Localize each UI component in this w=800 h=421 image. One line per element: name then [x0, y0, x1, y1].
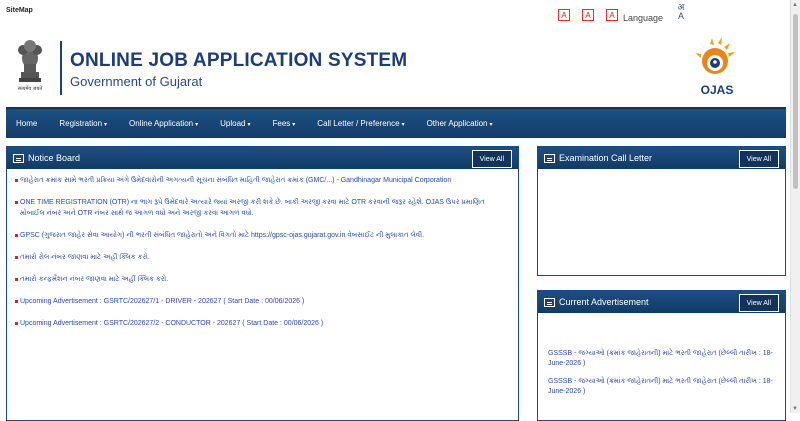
chevron-down-icon: ▾ — [104, 122, 108, 128]
nav-home[interactable]: Home — [6, 119, 48, 128]
main-navigation: Home Registration ▾ Online Application ▾ U… — [6, 107, 786, 138]
notice-item[interactable]: તમારો કન્ફર્મેશન નંબર જાણવા માટે અહીં ક્… — [15, 274, 510, 285]
nav-other-application-label: Other Application — [426, 119, 488, 128]
site-title: ONLINE JOB APPLICATION SYSTEM — [70, 50, 408, 71]
notice-board-view-all-button[interactable]: View All — [471, 150, 512, 168]
nav-call-letter-preference[interactable]: Call Letter / Preference ▾ — [306, 119, 415, 128]
notice-item[interactable]: GPSC (ગુજરાત જાહેર સેવા આયોગ) ની ભરતી સં… — [15, 230, 510, 241]
scroll-down-icon[interactable]: ▼ — [792, 406, 798, 412]
exam-call-letter-view-all-button[interactable]: View All — [738, 150, 779, 168]
advertisement-item[interactable]: GSSSB - જગ્યાઓ (ક્રમાંક જાહેરાતની) માટે … — [548, 377, 775, 397]
chevron-down-icon: ▾ — [247, 122, 251, 128]
nav-fees[interactable]: Fees ▾ — [261, 119, 306, 128]
current-advertisement-title: Current Advertisement — [559, 297, 649, 307]
nav-call-letter-label: Call Letter / Preference — [317, 119, 400, 128]
advertisement-spacer — [538, 313, 785, 349]
site-subtitle: Government of Gujarat — [70, 74, 203, 89]
current-advertisement-panel: Current Advertisement View All GSSSB - જ… — [537, 290, 786, 421]
nav-registration[interactable]: Registration ▾ — [48, 119, 118, 128]
nav-registration-label: Registration — [59, 119, 103, 128]
nav-online-application[interactable]: Online Application ▾ — [118, 119, 209, 128]
notice-item[interactable]: Upcoming Advertisement : GSRTC/202627/1 … — [15, 296, 510, 307]
ojas-logo-text: OJAS — [701, 83, 734, 97]
ojas-logo: OJAS — [695, 37, 735, 97]
nav-online-application-label: Online Application — [129, 119, 194, 128]
list-icon — [544, 297, 555, 307]
notice-item[interactable]: જાહેરાત ક્રમાંક સામે ભરતી પ્રક્રિયા અંગે… — [15, 175, 510, 186]
state-emblem-icon: सत्यमेव जयते — [18, 40, 43, 92]
language-label: Language — [623, 13, 664, 23]
nav-fees-label: Fees — [272, 119, 291, 128]
notice-board-header: Notice Board View All — [7, 147, 518, 169]
sitemap-link[interactable]: SiteMap — [6, 7, 33, 14]
exam-call-letter-panel: Examination Call Letter View All — [537, 146, 786, 276]
scrollbar-thumb[interactable] — [793, 14, 798, 189]
scroll-up-icon[interactable]: ▲ — [792, 2, 798, 8]
chevron-down-icon: ▾ — [292, 122, 296, 128]
chevron-down-icon: ▾ — [489, 122, 493, 128]
language-switch-icon[interactable]: अ A — [674, 3, 688, 21]
top-utility-bar: SiteMap A A A Language अ A — [0, 0, 800, 32]
chevron-down-icon: ▾ — [195, 122, 199, 128]
page-scrollbar[interactable]: ▲ ▼ — [790, 0, 800, 413]
chevron-down-icon: ▾ — [401, 122, 405, 128]
current-advertisement-header: Current Advertisement View All — [538, 291, 785, 313]
notice-item[interactable]: Upcoming Advertisement : GSRTC/202627/2 … — [15, 318, 510, 329]
nav-other-application[interactable]: Other Application ▾ — [416, 119, 504, 128]
font-size-normal-button[interactable]: A — [582, 9, 594, 21]
notice-item[interactable]: તમારો રોલ નંબર જાણવા માટે અહીં ક્લિક કરો… — [15, 252, 510, 263]
list-icon — [13, 153, 24, 163]
nav-home-label: Home — [16, 119, 38, 128]
advertisement-item[interactable]: GSSSB - જગ્યાઓ (ક્રમાંક જાહેરાતની) માટે … — [548, 349, 775, 369]
nav-upload-label: Upload — [220, 119, 246, 128]
font-size-increase-button[interactable]: A — [606, 9, 618, 21]
notice-board-panel: Notice Board View All જાહેરાત ક્રમાંક સા… — [6, 146, 519, 421]
emblem-caption: सत्यमेव जयते — [18, 85, 43, 92]
font-size-decrease-button[interactable]: A — [558, 9, 570, 21]
nav-upload[interactable]: Upload ▾ — [209, 119, 261, 128]
checkbox-icon — [544, 153, 555, 163]
header-divider — [60, 41, 62, 95]
site-header: सत्यमेव जयते ONLINE JOB APPLICATION SYST… — [0, 32, 800, 102]
exam-call-letter-title: Examination Call Letter — [559, 153, 653, 163]
notice-board-title: Notice Board — [28, 153, 81, 163]
current-advertisement-view-all-button[interactable]: View All — [738, 294, 779, 312]
exam-call-letter-header: Examination Call Letter View All — [538, 147, 785, 169]
notice-list: જાહેરાત ક્રમાંક સામે ભરતી પ્રક્રિયા અંગે… — [7, 169, 518, 329]
notice-item[interactable]: ONE TIME REGISTRATION (OTR) ના ભાગ રૂપે … — [15, 197, 510, 219]
